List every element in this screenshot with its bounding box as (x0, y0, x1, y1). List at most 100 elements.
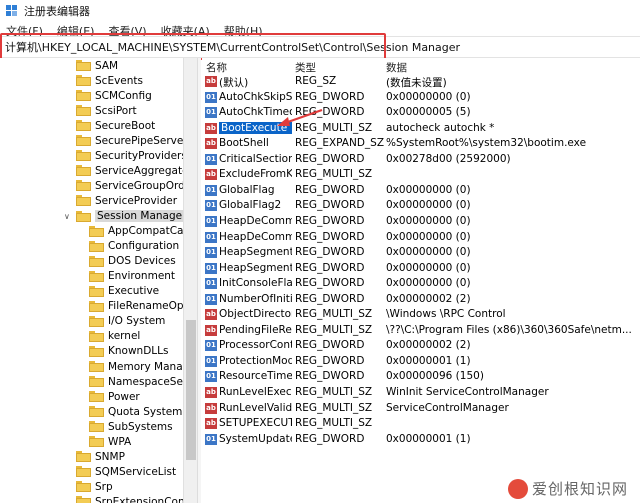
tree-item[interactable]: SrpExtensionConfig (76, 494, 197, 503)
folder-icon (89, 285, 104, 297)
value-data: 0x00000000 (0) (386, 90, 471, 103)
folder-icon (89, 240, 104, 252)
value-data: 0x00000002 (2) (386, 339, 471, 352)
folder-icon (76, 60, 91, 71)
value-row[interactable]: abRunLevelExecuteREG_MULTI_SZ WinInit Ser… (202, 385, 640, 401)
value-row[interactable]: 01 GlobalFlag2 REG_DWORD 0x00000000 (0) (202, 198, 640, 214)
value-row[interactable]: 01HeapDeComm...REG_DWORD 0x00000000 (0) (202, 230, 640, 246)
value-name: GlobalFlag (219, 183, 275, 196)
value-type: REG_DWORD (295, 339, 365, 352)
tree-item[interactable]: ServiceGroupOrder (76, 178, 196, 193)
value-data: 0x00000000 (0) (386, 199, 471, 212)
column-type-header[interactable]: 类型 (295, 60, 316, 75)
tree-item-label: Quota System (108, 405, 183, 418)
tree-item[interactable]: AppCompatCache (89, 224, 197, 239)
value-row[interactable]: 01ResourceTime...REG_DWORD 0x00000096 (15… (202, 369, 640, 385)
string-value-icon: ab (205, 309, 217, 321)
value-name: HeapDeComm... (219, 214, 292, 227)
tree-item[interactable]: ∨ Session Manager (64, 209, 189, 224)
tree-item[interactable]: SCMConfig (76, 88, 152, 103)
tree-item[interactable]: SQMServiceList (76, 464, 176, 479)
tree-scrollbar[interactable] (183, 58, 197, 503)
value-row[interactable]: abObjectDirector...REG_MULTI_SZ \Windows … (202, 307, 640, 323)
value-name: RunLevelValida... (219, 401, 292, 414)
tree-item[interactable]: NamespaceSepara (89, 374, 197, 389)
value-row[interactable]: 01AutoChkTimeo...REG_DWORD0x00000005 (5) (202, 105, 640, 121)
value-row[interactable]: 01CriticalSection...REG_DWORD 0x00278d00 … (202, 152, 640, 168)
value-row[interactable]: abExcludeFromK...REG_MULTI_SZ (202, 167, 640, 183)
value-row[interactable]: ab (默认) REG_SZ (数值未设置) (202, 74, 640, 90)
tree-item-label: SNMP (95, 450, 125, 463)
string-value-icon: ab (205, 402, 217, 414)
string-value-icon: ab (205, 122, 217, 134)
tree-item[interactable]: FileRenameOperat (89, 299, 197, 314)
binary-value-icon: 01 (205, 153, 217, 165)
tree-item[interactable]: Quota System (89, 404, 182, 419)
value-name: HeapDeComm... (219, 230, 292, 243)
binary-value-icon: 01 (205, 293, 217, 305)
tree-item[interactable]: KnownDLLs (89, 344, 168, 359)
value-data: 0x00000096 (150) (386, 370, 484, 383)
tree-item[interactable]: ScsiPort (76, 103, 137, 118)
tree-scrollbar-thumb[interactable] (186, 320, 196, 460)
string-value-icon: ab (205, 324, 217, 336)
tree-item[interactable]: ServiceAggregatedEv (76, 163, 197, 178)
tree-item[interactable]: ServiceProvider (76, 193, 177, 208)
value-row[interactable]: 01ProtectionModeREG_DWORD 0x00000001 (1) (202, 354, 640, 370)
value-row[interactable]: ab BootExecute REG_MULTI_SZ autocheck autoc… (202, 121, 640, 137)
tree-item[interactable]: SAM (76, 58, 118, 73)
tree-item[interactable]: ScEvents (76, 73, 143, 88)
value-row[interactable]: 01ProcessorCont...REG_DWORD 0x00000002 (2… (202, 338, 640, 354)
tree-item[interactable]: WPA (89, 434, 131, 449)
pane-splitter[interactable] (197, 58, 201, 503)
value-row[interactable]: abSETUPEXECUTEREG_MULTI_SZ (202, 416, 640, 432)
expand-chevron-icon[interactable]: ∨ (64, 212, 70, 221)
tree-item[interactable]: I/O System (89, 314, 165, 329)
folder-icon (76, 481, 91, 493)
value-type: REG_DWORD (295, 230, 365, 243)
value-data: 0x00000000 (0) (386, 261, 471, 274)
value-row[interactable]: 01AutoChkSkipSy...REG_DWORD 0x00000000 (0… (202, 90, 640, 106)
value-data: 0x00000000 (0) (386, 246, 471, 259)
tree-item[interactable]: Configuration Mar (89, 239, 197, 254)
value-name: SETUPEXECUTE (219, 417, 292, 430)
values-list: 名称 类型 数据 ab (默认) REG_SZ (数值未设置) 01 AutoChkSki… (202, 58, 640, 503)
value-data: \??\C:\Program Files (x86)\360\360Safe\n… (386, 323, 632, 336)
value-row[interactable]: 01HeapSegment...REG_DWORD 0x00000000 (0) (202, 245, 640, 261)
value-type: REG_DWORD (295, 90, 365, 103)
value-name: PendingFileRe... (219, 323, 292, 336)
value-name: GlobalFlag2 (219, 199, 282, 212)
binary-value-icon: 01 (205, 184, 217, 196)
value-row[interactable]: ab BootShell REG_EXPAND_SZ %SystemRoot%\sys… (202, 136, 640, 152)
value-row[interactable]: abPendingFileRe...REG_MULTI_SZ \??\C:\Pro… (202, 323, 640, 339)
column-name-header[interactable]: 名称 (206, 60, 227, 75)
value-name: ExcludeFromK... (219, 168, 292, 181)
tree-item[interactable]: Memory Managen (89, 359, 197, 374)
binary-value-icon: 01 (205, 355, 217, 367)
annotation-arrow-icon (277, 108, 323, 126)
value-row[interactable]: 01 GlobalFlag REG_DWORD 0x00000000 (0) (202, 183, 640, 199)
value-row[interactable]: 01InitConsoleFlagsREG_DWORD 0x00000000 (0… (202, 276, 640, 292)
value-row[interactable]: abRunLevelValida...REG_MULTI_SZ ServiceCo… (202, 401, 640, 417)
value-row[interactable]: 01HeapSegment...REG_DWORD 0x00000000 (0) (202, 261, 640, 277)
tree-item[interactable]: SecureBoot (76, 118, 155, 133)
tree-item-label: SecureBoot (95, 119, 156, 132)
value-row[interactable]: 01SystemUpdate...REG_DWORD 0x00000001 (1) (202, 432, 640, 448)
tree-item[interactable]: kernel (89, 329, 140, 344)
tree-item[interactable]: SecurePipeServers (76, 133, 193, 148)
value-row[interactable]: 01NumberOfIniti...REG_DWORD 0x00000002 (2… (202, 292, 640, 308)
tree-item[interactable]: SubSystems (89, 419, 173, 434)
tree-item[interactable]: Executive (89, 284, 159, 299)
tree-item-label: SecurityProviders (95, 149, 187, 162)
tree-item[interactable]: Srp (76, 479, 113, 494)
value-type: REG_DWORD (295, 261, 365, 274)
tree-item[interactable]: Environment (89, 269, 175, 284)
value-data: WinInit ServiceControlManager (386, 386, 549, 398)
column-data-header[interactable]: 数据 (386, 60, 407, 75)
tree-item[interactable]: Power (89, 389, 140, 404)
tree-item[interactable]: SNMP (76, 449, 125, 464)
tree-item[interactable]: SecurityProviders (76, 148, 187, 163)
tree-item-label: SCMConfig (95, 89, 152, 102)
value-row[interactable]: 01HeapDeComm...REG_DWORD 0x00000000 (0) (202, 214, 640, 230)
tree-item[interactable]: DOS Devices (89, 254, 176, 269)
